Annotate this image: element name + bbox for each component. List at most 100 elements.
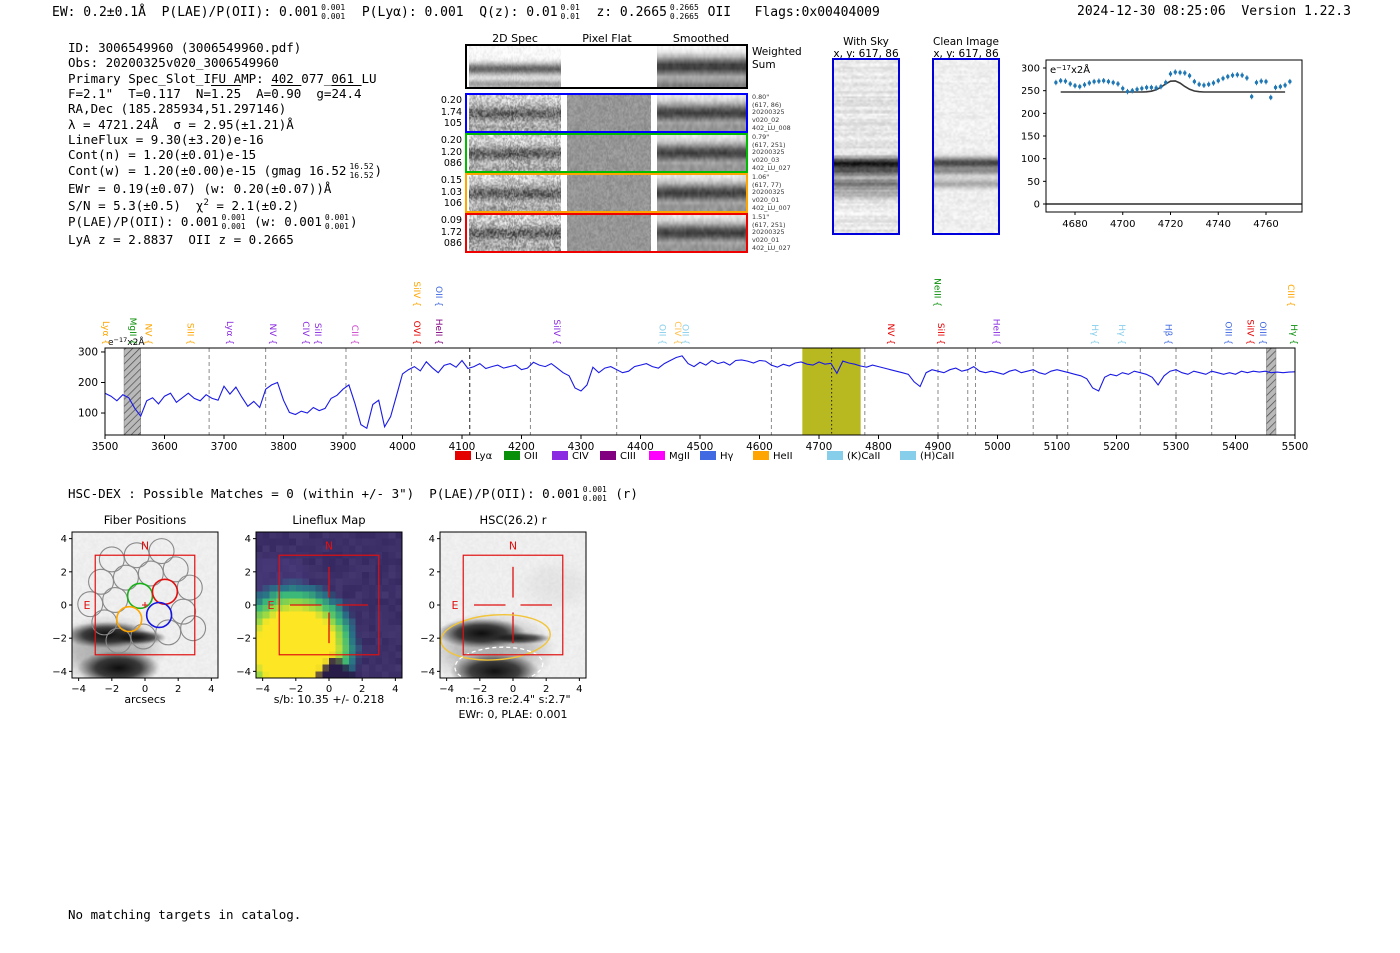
weighted-label-line1: Weighted [752,46,802,58]
main-x-tick-label: 5000 [984,441,1011,453]
map-y-tick-label: 2 [61,567,67,578]
header-datetime-version: 2024-12-30 08:25:06 Version 1.22.3 [1077,4,1351,19]
legend-label: MgII [669,451,690,462]
spec2d-strip [469,215,561,251]
species-line-label: OVI { [411,321,421,345]
legend-swatch [700,451,716,460]
clean-image-title: Clean Image x, y: 617, 86 [933,36,999,60]
frac-lower: 0.001 [221,221,246,231]
footer-line-1: No matching targets in catalog. [68,907,302,923]
smoothed-strip [657,135,746,171]
species-line-label: Hγ { [1089,324,1099,345]
inset-x-tick-label: 4700 [1110,219,1135,230]
main-x-tick-label: 4000 [389,441,416,453]
inset-x-tick-label: 4680 [1062,219,1087,230]
main-spectrum-svg: 3500 3600 3700 3800 3900 4000 4100 4200 4300 4400… [78,278,1308,462]
map-y-tick-label: 4 [61,534,67,545]
stacked-uncertainty: 0.001 0.001 [325,213,349,232]
inset-data-point [1097,79,1101,83]
map-y-tick-label: 2 [245,567,251,578]
info-line: LineFlux = 9.30(±3.20)e-16 [68,132,264,148]
map-axes-box [255,531,403,679]
superscript: 2 [203,198,209,209]
inset-data-point [1164,80,1168,85]
main-y-tick-label: 300 [78,346,98,358]
full-spectrum-plot: 3500 3600 3700 3800 3900 4000 4100 4200 4300 4400… [60,265,1320,469]
overlined-value: 0.90 [271,86,302,102]
with-sky-title: With Sky x, y: 617, 86 [833,36,898,60]
map-y-tick-label: −2 [52,634,67,645]
inset-data-point [1254,80,1259,85]
legend-swatch [827,451,843,460]
main-axes-box [104,347,1296,436]
map-y-tick-label: 0 [61,601,67,612]
row-left-label: 0.20 [440,95,462,106]
g-gfx: NE [440,539,564,678]
legend-swatch [552,451,568,460]
main-x-tick-label: 5100 [1044,441,1071,453]
legend-swatch [900,451,916,460]
report-version: Version 1.22.3 [1241,4,1351,19]
inset-x-tick-label: 4740 [1206,219,1231,230]
species-line-label: Hγ { [1288,324,1298,345]
footer-notes: No matching targets in catalog. Row inte… [68,876,301,953]
species-line-label: CIII { [1285,284,1295,307]
inset-data-point [1197,82,1201,87]
pixelflat-strip [567,215,651,251]
row-right-labels: 1.06" (617, 77) 20200325 v020_01 402_LU_007 [752,173,791,213]
inset-data-point [1207,82,1211,87]
row-right-label: 402_LU_008 [752,123,791,132]
compass-north-label: N [325,539,333,552]
legend-label: (H)CaII [920,451,954,462]
inset-data-point [1082,83,1087,87]
legend-swatch [649,451,665,460]
inset-data-point [1240,73,1244,77]
inset-data-point [1111,80,1115,85]
inset-data-point [1078,84,1082,89]
hsc-dex-match-line: HSC-DEX : Possible Matches = 0 (within +… [68,485,638,503]
inset-data-point [1092,79,1096,84]
frac-lower: 0.01 [560,11,580,21]
fiber-circle [176,574,203,601]
inset-data-point [1230,73,1235,77]
inset-y-tick-label: 100 [1022,154,1040,165]
row-left-label: 1.03 [440,186,462,198]
fiber-circle-orange [115,605,143,633]
map-x-tick-label: −4 [439,684,454,695]
row-left-label: 0.20 [440,135,462,146]
map-x-tick-label: 2 [359,684,365,695]
inset-x-tick-label: 4760 [1253,219,1278,230]
species-line-label: Lyα { [224,321,234,345]
map-y-tick-label: −4 [420,667,435,678]
species-line-label: OIII { [1257,321,1267,345]
fiber-cutout-row [465,173,748,213]
inset-y-tick-label: 250 [1022,86,1040,97]
spec2d-strip [469,175,561,211]
inset-data-point [1235,73,1240,77]
main-x-tick-label: 3900 [330,441,357,453]
header-summary-line: EW: 0.2±0.1Å P(LAE)/P(OII): 0.001 0.001 0.… [52,3,880,21]
map-y-tick-label: 4 [245,534,251,545]
fiber-circle-green [126,582,154,610]
map-y-tick-label: −4 [236,667,251,678]
overlined-value: 24.4 [331,86,362,102]
inset-data-point [1168,72,1173,76]
map-x-tick-label: −2 [472,684,487,695]
fiber-circle [148,538,175,565]
map-overlay-svg: NE−4−4−2−2002244 [420,531,587,695]
frac-lower: 0.001 [582,494,607,503]
species-line-label: HeII { [433,319,443,345]
species-line-label: SiII { [935,323,945,345]
species-line-label: CII { [349,325,359,345]
map-axes-box [439,531,587,679]
info-line: Cont(w) = 1.20(±0.00)e-15 (gmag 16.52 16.… [68,161,383,180]
inset-y-tick-label: 150 [1022,132,1040,143]
main-x-tick-label: 3600 [151,441,178,453]
with-sky-image [834,60,898,233]
row-left-label: 0.15 [440,175,462,186]
legend-swatch [600,451,616,460]
inset-data-point [1154,86,1158,90]
spec2d-strip [469,46,561,87]
species-line-label: HeII { [990,319,1000,345]
